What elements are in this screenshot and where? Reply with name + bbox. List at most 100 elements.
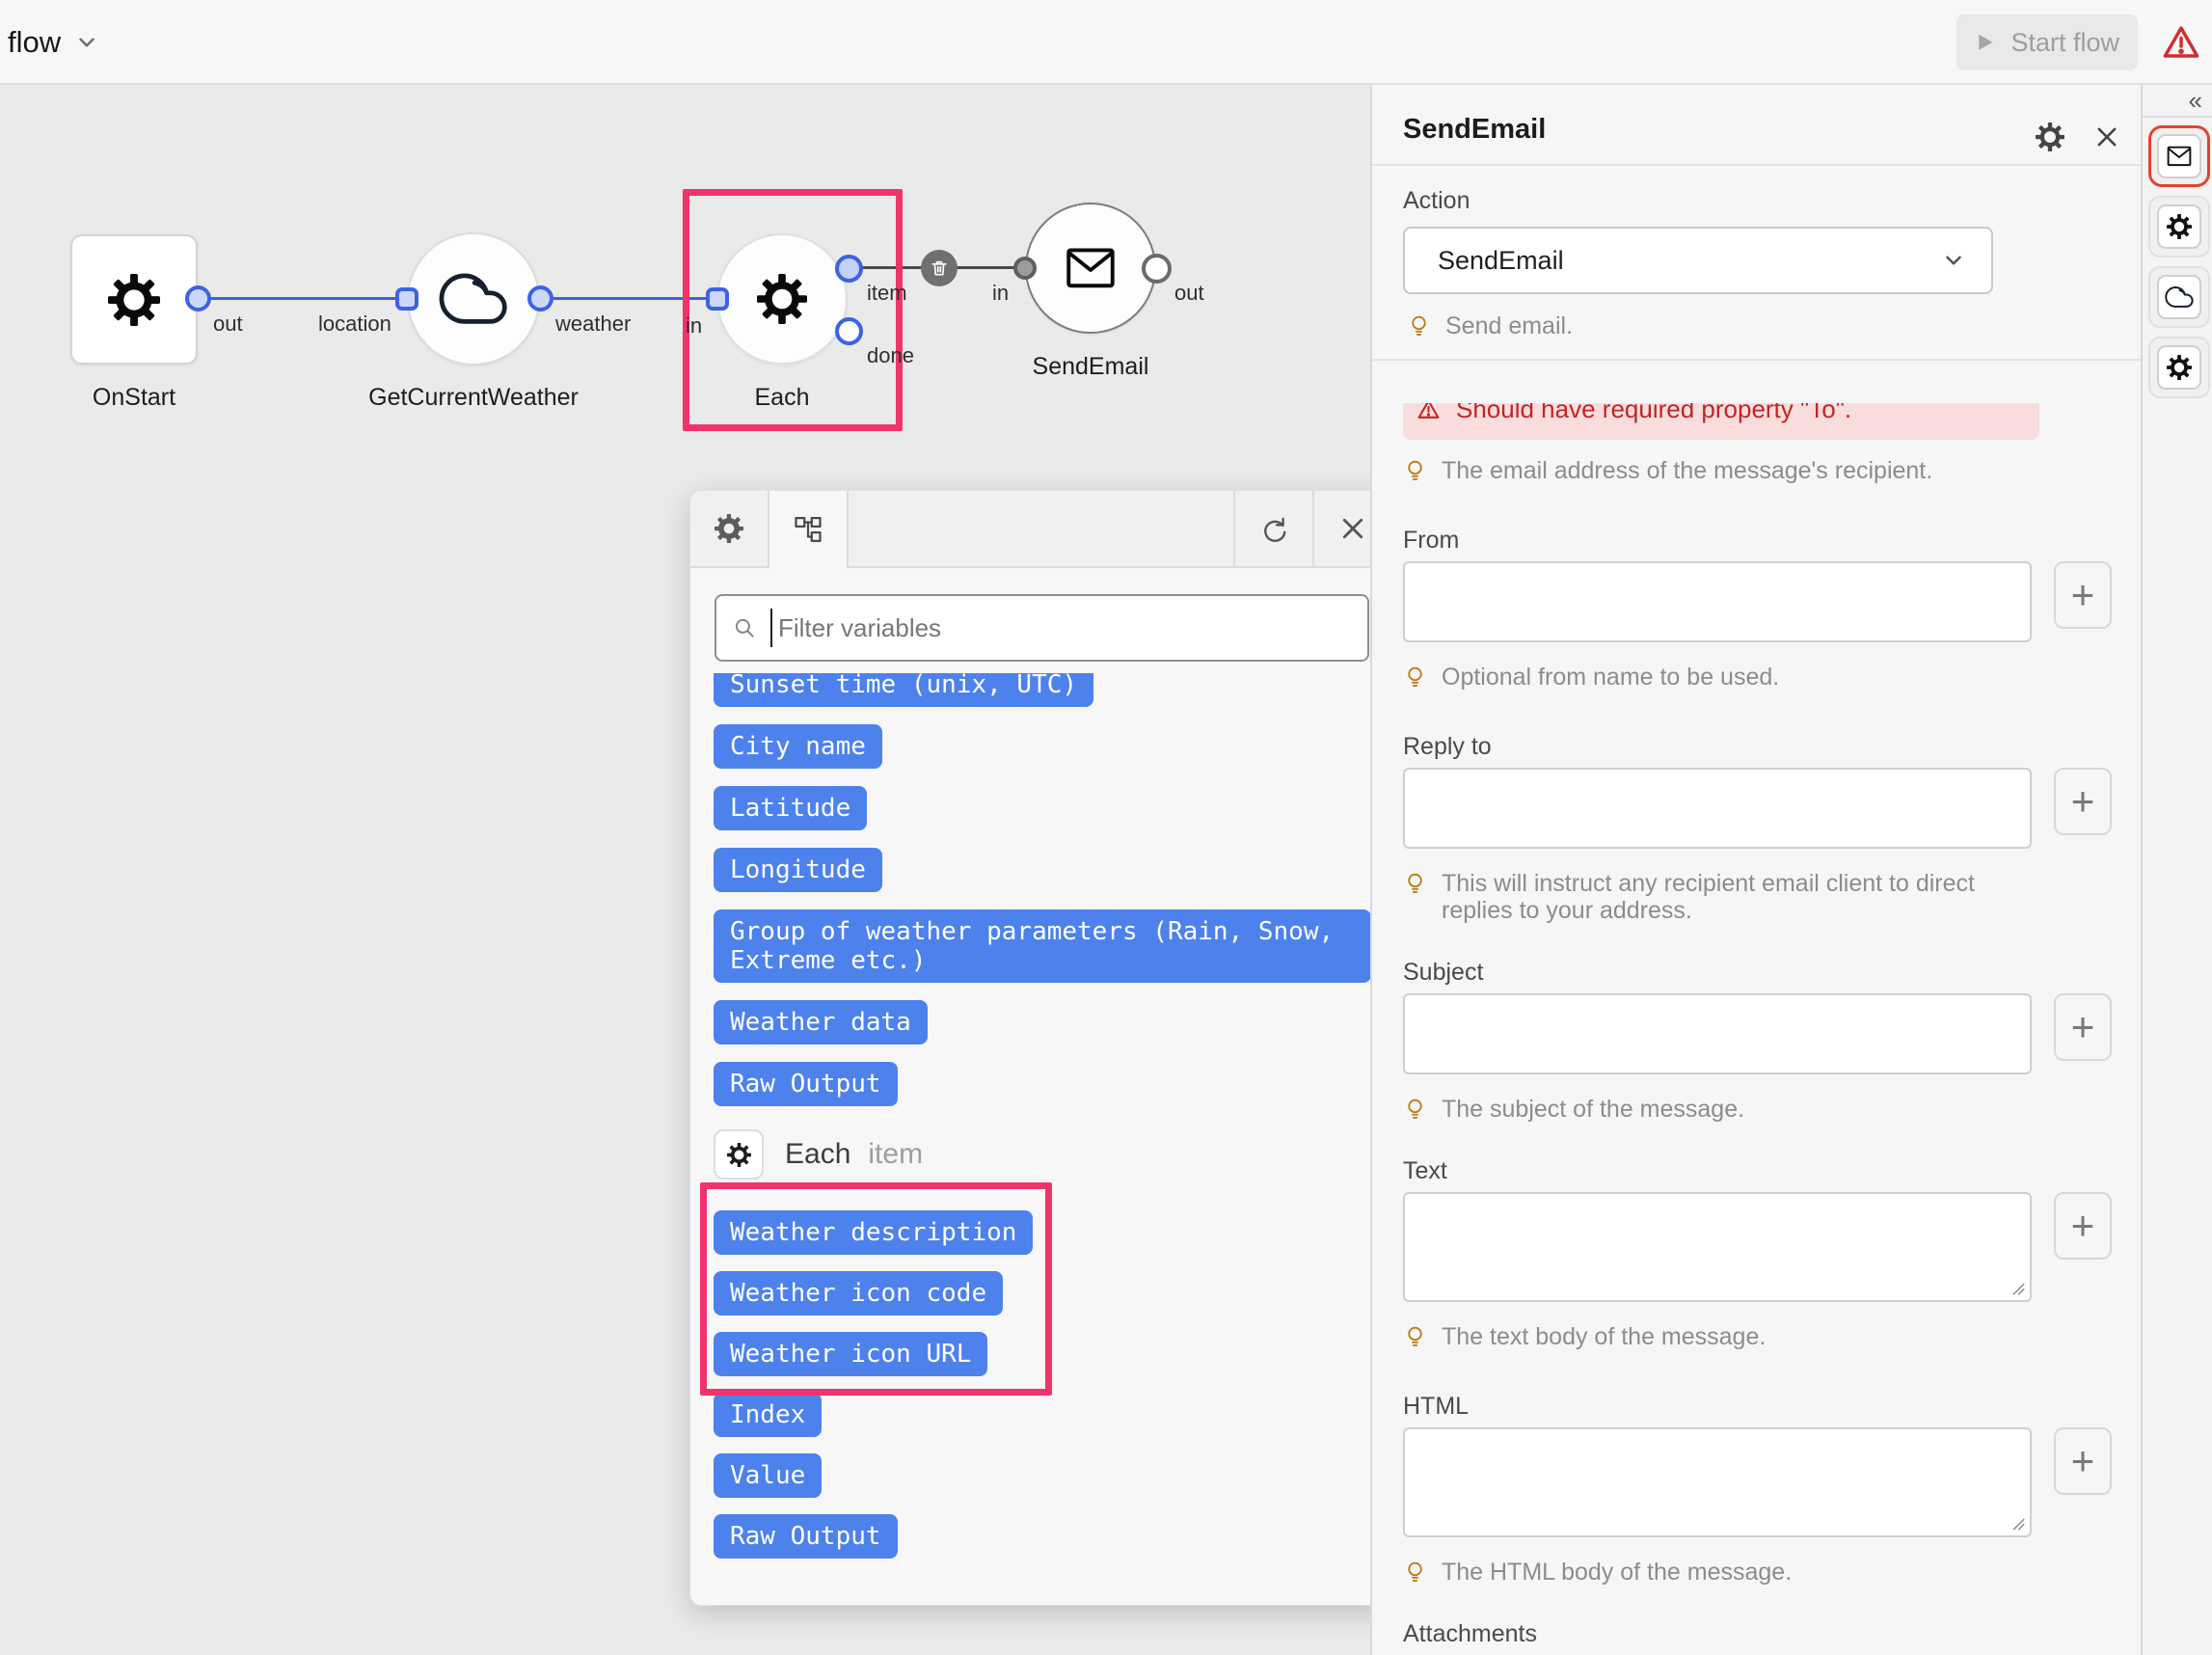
collapse-icon: « [2189,86,2202,116]
gear-icon [715,514,743,543]
node-getcurrentweather[interactable] [407,232,540,366]
from-row: + [1403,561,2112,642]
filter-variables-input[interactable] [776,612,1367,644]
variable-chip[interactable]: Longitude [714,848,882,892]
nav-each-button[interactable] [2148,196,2210,258]
cloud-icon [439,264,507,333]
start-flow-button[interactable]: Start flow [1956,14,2138,70]
refresh-button[interactable] [1233,491,1312,568]
reply-to-input[interactable] [1403,768,2032,849]
each-section-header: Each item [714,1129,1381,1180]
flow-editor: flow Start flow OnStart out GetCur [0,0,2212,1655]
html-row: + [1403,1427,2112,1537]
tab-settings[interactable] [690,491,769,568]
flow-name-dropdown[interactable]: flow [8,0,99,85]
action-select[interactable]: SendEmail [1403,227,1993,294]
nav-sendemail-button[interactable] [2148,125,2210,187]
cloud-icon [2165,283,2194,312]
collapse-panel-button[interactable]: « [2143,85,2212,118]
envelope-icon [1066,247,1116,289]
bulb-icon [1403,458,1427,482]
node-sendemail-label: SendEmail [1013,353,1168,381]
tab-variables[interactable] [769,491,849,568]
start-flow-label: Start flow [2011,28,2120,58]
from-input[interactable] [1403,561,2032,642]
nav-onstart-button[interactable] [2148,337,2210,398]
variable-chip[interactable]: Latitude [714,786,867,830]
port-onstart-out[interactable] [185,285,211,312]
variable-chip[interactable]: Index [714,1393,822,1437]
top-bar: flow Start flow [0,0,2212,85]
chevron-down-icon [74,30,99,55]
node-each[interactable] [716,233,848,365]
html-insert-variable-button[interactable]: + [2054,1427,2112,1495]
subject-label: Subject [1403,959,2112,986]
warning-icon [1416,403,1441,421]
to-hint: The email address of the message's recip… [1403,457,2112,484]
port-label-sendemail-out: out [1174,281,1204,306]
port-label-sendemail-in: in [992,281,1009,306]
html-input[interactable] [1403,1427,2032,1537]
text-input[interactable] [1403,1192,2032,1302]
node-sendemail[interactable] [1025,203,1156,334]
node-onstart-label: OnStart [57,384,211,412]
subject-row: + [1403,993,2112,1074]
error-message: Should have required property "To". [1456,403,1851,424]
subject-hint: The subject of the message. [1403,1096,2112,1123]
divider [1372,359,2141,361]
variable-chip[interactable]: Group of weather parameters (Rain, Snow,… [714,909,1371,983]
bulb-icon [1403,871,1427,895]
highlight-box-item-variables [700,1182,1052,1396]
bulb-icon [1403,1324,1427,1348]
nav-getcurrentweather-button[interactable] [2148,266,2210,328]
text-insert-variable-button[interactable]: + [2054,1192,2112,1260]
port-label-done: done [867,343,914,368]
variable-chip[interactable]: Value [714,1453,822,1498]
reply-to-insert-variable-button[interactable]: + [2054,768,2112,835]
variable-chip[interactable]: Raw Output [714,1514,898,1559]
variable-search [715,594,1369,662]
port-each-done[interactable] [835,317,863,345]
edge-onstart-getcurrentweather [198,297,407,300]
port-getcurrentweather-location[interactable] [395,287,418,311]
node-onstart[interactable] [70,234,198,365]
variable-chip[interactable]: Weather data [714,1000,928,1045]
flow-error-warning-icon[interactable] [2160,21,2202,64]
delete-connection-button[interactable] [921,250,958,286]
variable-chip[interactable]: City name [714,724,882,769]
port-label-item: item [867,281,907,306]
action-label: Action [1403,187,1470,215]
port-getcurrentweather-weather[interactable] [527,285,553,312]
port-label-in: in [686,313,702,339]
sendemail-form: Should have required property "To". The … [1403,403,2112,1655]
from-insert-variable-button[interactable]: + [2054,561,2112,629]
tree-icon [794,515,823,544]
subject-insert-variable-button[interactable]: + [2054,993,2112,1061]
port-each-in[interactable] [706,287,729,311]
subject-input[interactable] [1403,993,2032,1074]
variable-chip[interactable]: Raw Output [714,1062,898,1106]
port-sendemail-in[interactable] [1013,257,1037,280]
resize-handle-icon[interactable] [2011,1282,2025,1295]
port-label-location: location [318,312,391,337]
inspector-title: SendEmail [1403,114,1546,146]
node-quick-nav-strip: « [2141,85,2212,1655]
flow-name: flow [8,25,61,60]
node-getcurrentweather-label: GetCurrentWeather [338,384,608,412]
port-label-out: out [213,312,243,337]
gear-icon [2167,355,2192,380]
bulb-icon [1403,665,1427,689]
reply-to-row: + [1403,768,2112,849]
html-label: HTML [1403,1393,2112,1420]
variable-chip[interactable]: Sunset time (unix, UTC) [714,673,1093,707]
text-row: + [1403,1192,2112,1302]
close-inspector-button[interactable] [2090,120,2124,154]
node-settings-icon[interactable] [2033,120,2067,154]
text-hint: The text body of the message. [1403,1323,2112,1350]
resize-handle-icon[interactable] [2011,1517,2025,1531]
port-sendemail-out[interactable] [1142,254,1172,284]
reply-to-hint: This will instruct any recipient email c… [1403,870,2112,924]
html-hint: The HTML body of the message. [1403,1559,2112,1586]
chevron-down-icon [1941,248,1966,273]
port-each-item[interactable] [835,255,863,283]
